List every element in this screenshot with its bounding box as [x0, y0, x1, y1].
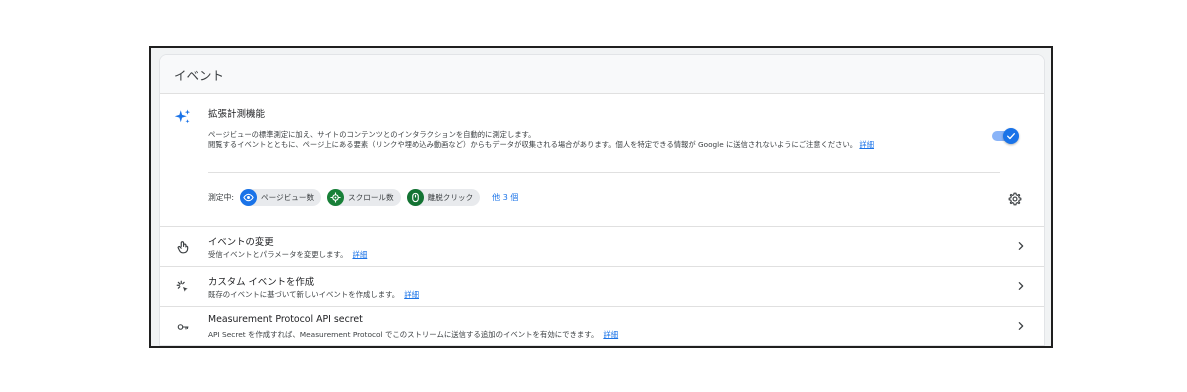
description-line-1: ページビューの標準測定に加え、サイトのコンテンツとのインタラクションを自動的に測…: [208, 130, 536, 139]
measuring-row: 測定中: ページビュー数 スクロール数 離脱クリック 他 3 個: [208, 189, 518, 206]
row-modify-events[interactable]: イベントの変更 受信イベントとパラメータを変更します。 詳細: [160, 227, 1044, 267]
sparkle-icon: [174, 109, 191, 124]
card-header: イベント: [160, 55, 1044, 94]
description-line-2: 閲覧するイベントとともに、ページ上にある要素（リンクや埋め込み動画など）からもデ…: [208, 140, 948, 150]
click-sparkle-icon: [174, 278, 192, 296]
card-title: イベント: [174, 67, 225, 83]
row-subtitle: API Secret を作成すれば、Measurement Protocol で…: [208, 329, 618, 340]
row-measurement-protocol[interactable]: Measurement Protocol API secret API Secr…: [160, 307, 1044, 345]
chip-label: 離脱クリック: [427, 193, 474, 202]
enhanced-measurement-title: 拡張計測機能: [208, 109, 266, 120]
events-card: イベント 拡張計測機能 ページビューの標準測定に加え、サイトのコンテンツとのイン…: [159, 54, 1045, 346]
key-icon: [174, 318, 192, 336]
enhanced-measurement-section: 拡張計測機能 ページビューの標準測定に加え、サイトのコンテンツとのインタラクショ…: [160, 94, 1044, 227]
toggle-knob: [1003, 128, 1019, 144]
chip-label: スクロール数: [348, 193, 394, 202]
row-subtitle: 既存のイベントに基づいて新しいイベントを作成します。 詳細: [208, 289, 419, 300]
measuring-label: 測定中:: [208, 193, 235, 202]
description-learn-more-link[interactable]: 詳細: [859, 140, 874, 149]
gear-icon[interactable]: [1008, 192, 1022, 206]
more-events-link[interactable]: 他 3 個: [492, 192, 518, 203]
enhanced-measurement-description: ページビューの標準測定に加え、サイトのコンテンツとのインタラクションを自動的に測…: [208, 130, 948, 149]
enhanced-measurement-toggle[interactable]: [992, 128, 1019, 144]
row-learn-more-link[interactable]: 詳細: [352, 250, 367, 259]
touch-icon: [174, 238, 192, 256]
row-learn-more-link[interactable]: 詳細: [404, 290, 419, 299]
crosshair-icon: [327, 189, 345, 206]
mouse-icon: [406, 189, 424, 206]
chevron-right-icon: [1018, 282, 1024, 290]
screenshot-frame: イベント 拡張計測機能 ページビューの標準測定に加え、サイトのコンテンツとのイン…: [149, 46, 1053, 348]
chevron-right-icon: [1018, 242, 1024, 250]
row-title: カスタム イベントを作成: [208, 277, 315, 288]
row-subtitle-text: 受信イベントとパラメータを変更します。: [208, 250, 348, 259]
row-subtitle: 受信イベントとパラメータを変更します。 詳細: [208, 249, 367, 260]
check-icon: [1007, 133, 1015, 140]
eye-icon: [240, 189, 258, 206]
row-title: イベントの変更: [208, 237, 274, 248]
row-learn-more-link[interactable]: 詳細: [603, 330, 618, 339]
chip-label: ページビュー数: [261, 193, 315, 202]
row-title: Measurement Protocol API secret: [208, 314, 363, 325]
row-create-custom-event[interactable]: カスタム イベントを作成 既存のイベントに基づいて新しいイベントを作成します。詳…: [160, 267, 1044, 307]
description-line-2-text: 閲覧するイベントとともに、ページ上にある要素（リンクや埋め込み動画など）からもデ…: [208, 139, 858, 149]
divider: [208, 172, 1000, 173]
chevron-right-icon: [1018, 322, 1024, 330]
row-subtitle-text: 既存のイベントに基づいて新しいイベントを作成します。: [208, 290, 400, 299]
row-subtitle-text: API Secret を作成すれば、Measurement Protocol で…: [208, 330, 599, 339]
chip-outbound-clicks[interactable]: 離脱クリック: [406, 189, 481, 206]
chip-page-views[interactable]: ページビュー数: [240, 189, 322, 206]
chip-scrolls[interactable]: スクロール数: [327, 189, 401, 206]
